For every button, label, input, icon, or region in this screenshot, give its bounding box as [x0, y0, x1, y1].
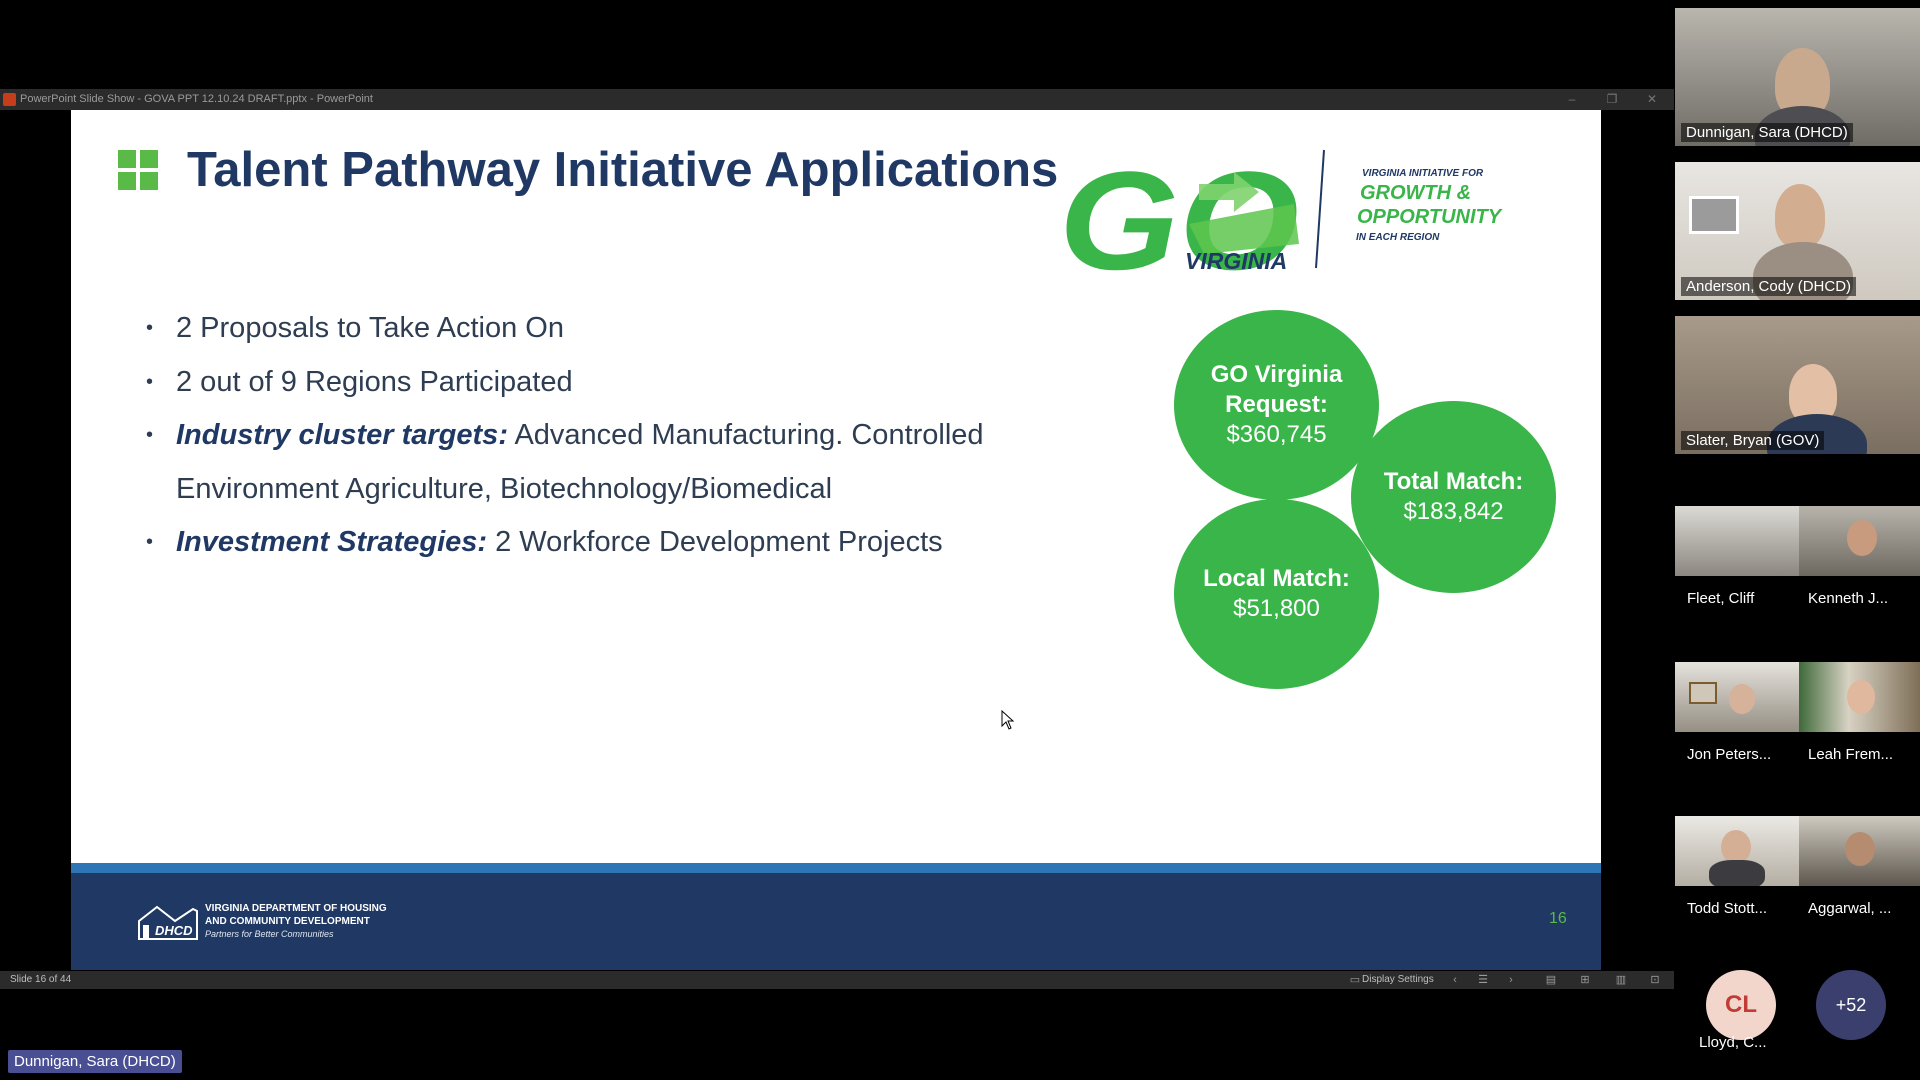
notes-icon[interactable]: ☰: [1474, 971, 1492, 989]
next-slide-icon[interactable]: ›: [1502, 971, 1520, 989]
slide-title: Talent Pathway Initiative Applications: [187, 143, 1059, 197]
participant-name: Slater, Bryan (GOV): [1681, 431, 1825, 450]
participant-tile[interactable]: [1675, 662, 1799, 732]
more-participants-button[interactable]: +52: [1816, 970, 1886, 1040]
total-match-circle: Total Match: $183,842: [1351, 401, 1556, 593]
slide-page-number: 16: [1549, 910, 1567, 927]
grid-icon: [118, 150, 158, 190]
go-virginia-logo: GO VIRGINIA VIRGINIA INITIATIVE FOR GROW…: [1059, 142, 1529, 299]
participant-tile[interactable]: Slater, Bryan (GOV): [1675, 316, 1920, 454]
window-title: PowerPoint Slide Show - GOVA PPT 12.10.2…: [20, 93, 373, 105]
participant-tile[interactable]: Dunnigan, Sara (DHCD): [1675, 8, 1920, 146]
participant-tile[interactable]: [1799, 816, 1920, 886]
participant-tile[interactable]: Anderson, Cody (DHCD): [1675, 162, 1920, 300]
slide-counter: Slide 16 of 44: [10, 974, 72, 985]
go-logo-line2: GROWTH &: [1360, 182, 1472, 204]
participant-tile[interactable]: [1799, 662, 1920, 732]
circle-value: $360,745: [1226, 421, 1327, 448]
bullet-item: • 2 out of 9 Regions Participated: [146, 365, 573, 398]
participant-tile[interactable]: [1799, 506, 1920, 576]
local-match-circle: Local Match: $51,800: [1174, 499, 1379, 689]
org-name-line2: AND COMMUNITY DEVELOPMENT: [205, 916, 370, 927]
participant-name: Jon Peters...: [1687, 746, 1772, 763]
participant-name: Kenneth J...: [1808, 590, 1889, 607]
circle-value: $183,842: [1403, 498, 1504, 525]
go-logo-line1: VIRGINIA INITIATIVE FOR: [1362, 168, 1484, 179]
reading-view-icon[interactable]: ▥: [1612, 971, 1630, 989]
go-logo-virginia: VIRGINIA: [1185, 248, 1288, 274]
close-icon[interactable]: ✕: [1638, 89, 1666, 110]
bullet-item-continuation: Environment Agriculture, Biotechnology/B…: [176, 472, 833, 505]
participant-name: Leah Frem...: [1808, 746, 1894, 763]
active-speaker-tag: Dunnigan, Sara (DHCD): [8, 1050, 182, 1073]
slide: Talent Pathway Initiative Applications G…: [71, 110, 1601, 970]
slide-sorter-icon[interactable]: ⊞: [1576, 971, 1594, 989]
circle-label: GO Virginia: [1210, 361, 1343, 388]
circle-value: $51,800: [1233, 595, 1320, 622]
participant-name: Todd Stott...: [1687, 900, 1768, 917]
participant-name: Dunnigan, Sara (DHCD): [1681, 123, 1853, 142]
circle-label: Local Match:: [1203, 565, 1350, 592]
slideshow-view-icon[interactable]: ⊡: [1646, 971, 1664, 989]
dhcd-logo-text: DHCD: [155, 923, 193, 938]
go-virginia-request-circle: GO Virginia Request: $360,745: [1174, 310, 1379, 500]
bullet-item: • 2 Proposals to Take Action On: [146, 312, 564, 344]
footer-accent-bar: [71, 863, 1601, 873]
powerpoint-title-bar: PowerPoint Slide Show - GOVA PPT 12.10.2…: [0, 89, 1674, 110]
participant-name: Anderson, Cody (DHCD): [1681, 277, 1857, 296]
bullet-list: • 2 Proposals to Take Action On • 2 out of…: [146, 302, 1006, 570]
minimize-icon[interactable]: –: [1558, 89, 1586, 110]
participant-tile[interactable]: [1675, 506, 1799, 576]
org-tagline: Partners for Better Communities: [205, 929, 334, 939]
restore-icon[interactable]: ❐: [1598, 89, 1626, 110]
normal-view-icon[interactable]: ▤: [1542, 971, 1560, 989]
mouse-cursor-icon: [1001, 710, 1015, 730]
org-name-line1: VIRGINIA DEPARTMENT OF HOUSING: [205, 903, 387, 914]
slideshow-status-bar: Slide 16 of 44 ▭ Display Settings ‹ ☰ › …: [0, 971, 1674, 989]
slide-footer: DHCD VIRGINIA DEPARTMENT OF HOUSING AND …: [71, 873, 1601, 970]
circle-label: Total Match:: [1383, 468, 1524, 495]
bullet-item: • Industry cluster targets: Advanced Manu…: [146, 419, 984, 451]
go-logo-line4: IN EACH REGION: [1356, 232, 1440, 243]
powerpoint-app-icon: [3, 93, 16, 106]
dhcd-logo: DHCD VIRGINIA DEPARTMENT OF HOUSING AND …: [137, 901, 397, 943]
display-settings-button[interactable]: Display Settings: [1362, 971, 1434, 989]
bullet-item: • Investment Strategies: 2 Workforce Deve…: [146, 526, 943, 558]
avatar[interactable]: CL: [1706, 970, 1776, 1040]
go-logo-line3: OPPORTUNITY: [1357, 206, 1502, 228]
participant-name: Lloyd, C...: [1699, 1034, 1767, 1051]
participant-tile[interactable]: [1675, 816, 1799, 886]
participant-name: Fleet, Cliff: [1687, 590, 1755, 607]
circle-label: Request:: [1225, 391, 1328, 418]
previous-slide-icon[interactable]: ‹: [1446, 971, 1464, 989]
participant-name: Aggarwal, ...: [1808, 900, 1892, 917]
